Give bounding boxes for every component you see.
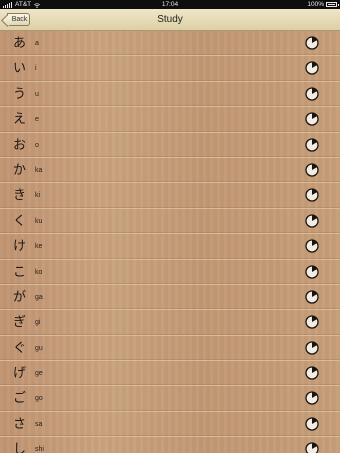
romaji-label: sa [35,420,43,428]
status-bar: AT&T 17:04 100% [0,0,340,9]
progress-pie-icon[interactable] [305,188,319,202]
romaji-label: ga [35,293,43,301]
romaji-label: o [35,141,39,149]
battery-icon [326,2,339,7]
progress-pie-icon[interactable] [305,214,319,228]
kana-character: か [13,162,27,178]
list-item[interactable]: おo [0,133,340,158]
list-item[interactable]: ぎ gi [0,310,340,336]
progress-pie-icon[interactable] [305,290,319,304]
romaji-label: go [35,395,43,403]
progress-pie-icon[interactable] [305,391,319,406]
progress-pie-icon[interactable] [305,137,319,152]
progress-pie-icon[interactable] [305,87,319,101]
romaji-label: gu [35,344,43,352]
romaji-label: a [35,40,39,47]
kana-character: く [13,213,27,229]
clock: 17:04 [161,1,179,8]
list-item[interactable]: げ ge [0,361,340,387]
progress-pie-icon[interactable] [305,341,319,355]
progress-pie-icon[interactable] [305,112,319,126]
romaji-label: e [35,116,39,124]
battery-percent: 100% [307,1,324,8]
navigation-bar: Study Back [0,9,340,31]
list-item[interactable]: き ki [0,183,340,209]
kana-character: が [13,289,27,305]
kana-character: え [13,112,27,128]
progress-pie-icon[interactable] [305,239,319,253]
list-item[interactable]: えe [0,107,340,133]
progress-pie-icon[interactable] [305,442,319,453]
list-item[interactable]: く ku [0,209,340,235]
kana-list[interactable]: あ a い i う u え e お o か ka き ki く ku け ke こ ko が ga ぎ gi ぐ gu げ ge ご go… [0,31,340,453]
romaji-label: ke [35,243,43,251]
romaji-label: ka [35,166,43,174]
kana-character: う [13,86,27,102]
kana-character: あ [13,36,27,51]
list-item[interactable]: うu [0,82,340,108]
list-item[interactable]: け ke [0,234,340,260]
kana-character: さ [13,416,27,432]
romaji-label: gi [35,319,41,327]
list-item[interactable]: ご go [0,386,340,412]
back-button-label: Back [11,16,28,23]
romaji-label: ki [35,192,41,200]
progress-pie-icon[interactable] [305,36,319,50]
romaji-label: ko [35,268,43,276]
kana-character: ご [13,391,27,407]
progress-pie-icon[interactable] [305,417,319,431]
list-item[interactable]: ぐ gu [0,336,340,362]
list-item[interactable]: が ga [0,285,340,311]
kana-character: け [13,239,27,255]
kana-character: こ [13,264,27,280]
progress-pie-icon[interactable] [305,315,319,329]
list-item[interactable]: か ka [0,158,340,184]
romaji-label: ge [35,370,43,378]
kana-character: し [13,442,27,453]
list-item[interactable]: こ ko [0,260,340,285]
list-item[interactable]: し shi [0,437,340,453]
progress-pie-icon[interactable] [305,366,319,380]
progress-pie-icon[interactable] [305,61,319,76]
progress-pie-icon[interactable] [305,264,319,279]
battery-group: 100% [307,0,339,9]
back-button[interactable]: Back [7,13,30,26]
romaji-label: ku [35,217,43,225]
kana-character: き [13,188,27,204]
romaji-label: shi [35,446,44,453]
kana-character: い [13,61,27,77]
page-title: Study [157,14,183,25]
list-item[interactable]: いi [0,56,340,82]
list-item[interactable]: さ sa [0,412,340,438]
progress-pie-icon[interactable] [305,163,319,177]
romaji-label: u [35,90,39,98]
list-item[interactable]: あa [0,31,340,57]
kana-character: ぐ [13,340,27,356]
kana-character: お [13,137,27,153]
kana-character: ぎ [13,315,27,331]
kana-character: げ [13,366,27,382]
romaji-label: i [35,65,37,73]
